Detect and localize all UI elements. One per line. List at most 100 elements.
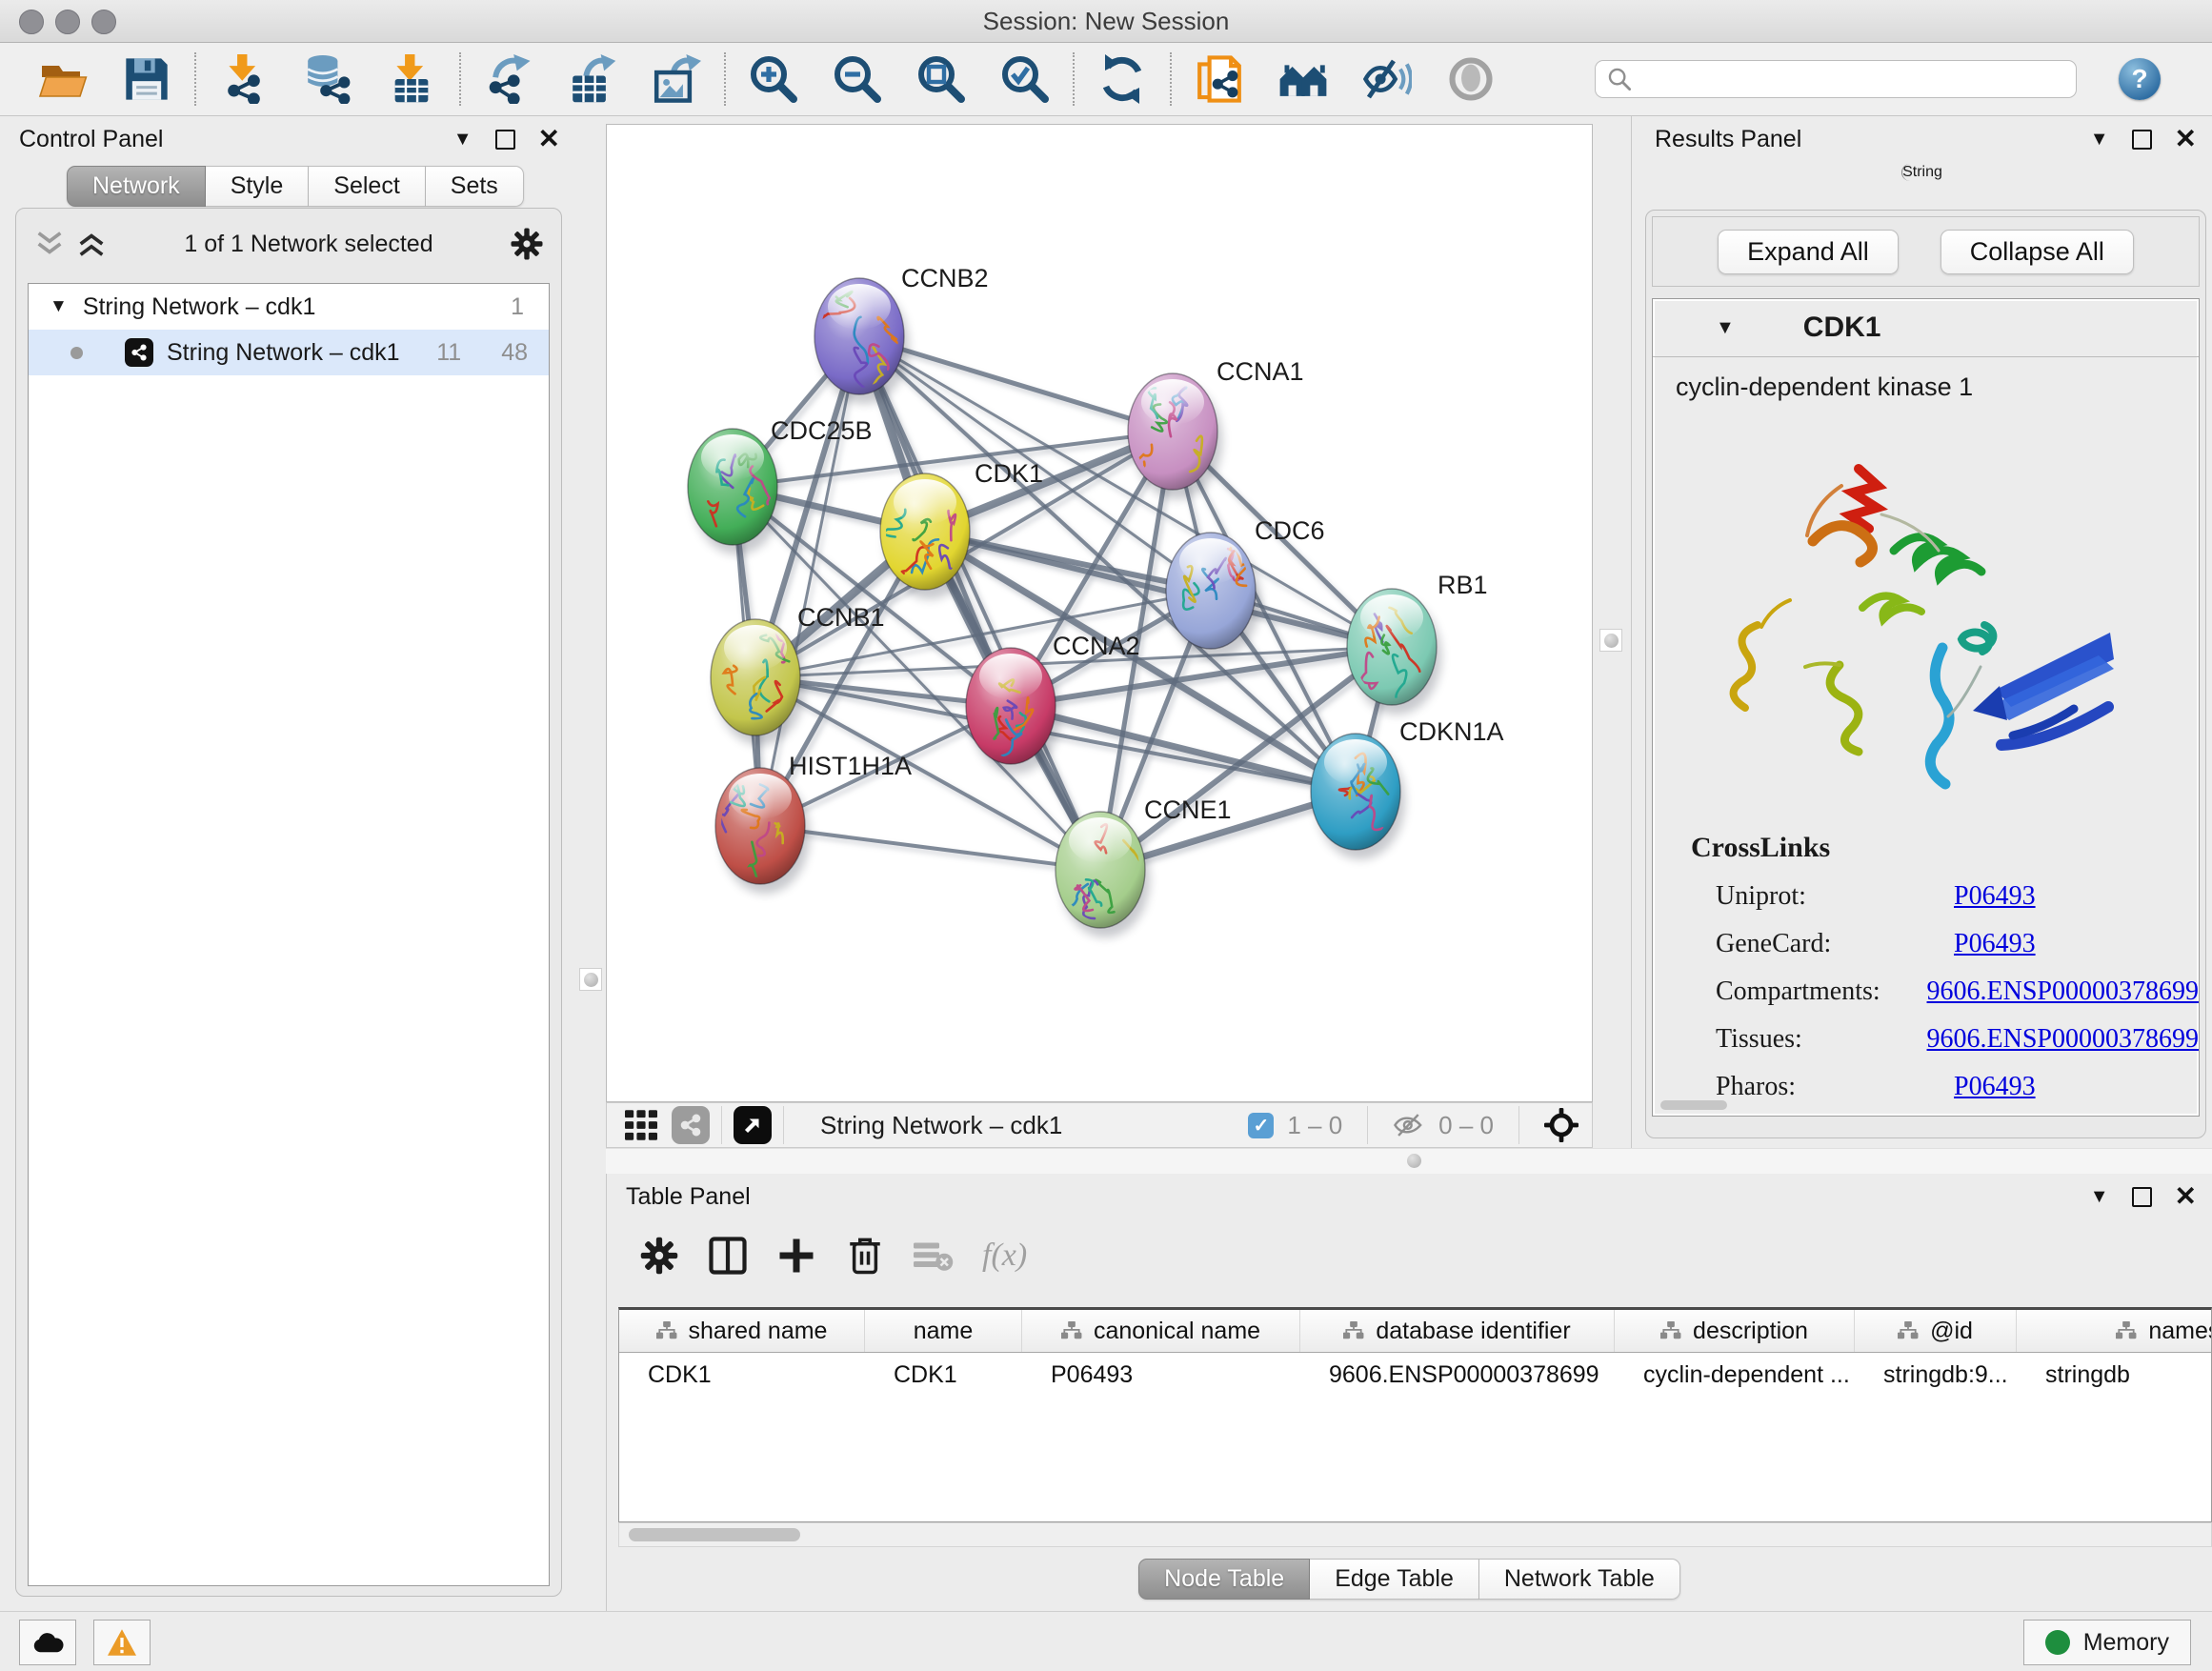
crosslink-link[interactable]: 9606.ENSP00000378699 <box>1927 1024 2199 1055</box>
collapse-all-button[interactable]: Collapse All <box>1941 230 2134 274</box>
column-header-canonical-name[interactable]: canonical name <box>1022 1310 1300 1352</box>
scrollbar-thumb[interactable] <box>629 1528 800 1541</box>
export-table-button[interactable] <box>551 49 634 110</box>
refresh-button[interactable] <box>1080 49 1164 110</box>
column-header-database-identifier[interactable]: database identifier <box>1300 1310 1615 1352</box>
close-panel-icon[interactable]: ✕ <box>538 126 560 152</box>
show-columns-icon[interactable] <box>708 1236 748 1276</box>
network-canvas[interactable]: CCNB2CCNA1CDC25BCDK1CDC6RB1CCNB1CCNA2CDK… <box>606 124 1593 1102</box>
table-horizontal-scrollbar[interactable] <box>618 1522 2212 1547</box>
column-header-namespace[interactable]: namespace <box>2017 1310 2212 1352</box>
crosslink-link[interactable]: P06493 <box>1954 881 2036 912</box>
cell[interactable]: P06493 <box>1022 1353 1300 1397</box>
section-scroll-thumb[interactable] <box>1660 1100 1727 1110</box>
node-CCNA2[interactable]: CCNA2 <box>966 632 1140 774</box>
node-CDK1[interactable]: CDK1 <box>880 459 1043 599</box>
tab-network-table[interactable]: Network Table <box>1479 1559 1680 1600</box>
hidden-eye-icon[interactable] <box>1393 1113 1425 1137</box>
node-CDC6[interactable]: CDC6 <box>1166 516 1325 658</box>
save-session-button[interactable] <box>105 49 189 110</box>
search-input[interactable] <box>1641 65 2064 93</box>
tab-select[interactable]: Select <box>309 166 425 207</box>
node-CCNA1[interactable]: CCNA1 <box>1128 357 1304 499</box>
delete-table-icon[interactable] <box>914 1236 954 1276</box>
table-options-gear-icon[interactable] <box>639 1236 679 1276</box>
zoom-selected-button[interactable] <box>983 49 1067 110</box>
tree-expander-icon[interactable]: ▼ <box>50 296 68 317</box>
network-share-view-icon[interactable] <box>672 1106 710 1144</box>
tab-sets[interactable]: Sets <box>426 166 524 207</box>
edge-CDK1-RB1[interactable] <box>925 532 1392 647</box>
cell[interactable]: CDK1 <box>865 1353 1022 1397</box>
cell[interactable]: stringdb:9... <box>1855 1353 2017 1397</box>
zoom-out-button[interactable] <box>815 49 899 110</box>
node-CDKN1A[interactable]: CDKN1A <box>1311 717 1504 859</box>
import-table-button[interactable] <box>370 49 453 110</box>
import-network-database-button[interactable] <box>286 49 370 110</box>
memory-button[interactable]: Memory <box>2023 1620 2191 1665</box>
create-column-icon[interactable] <box>776 1236 816 1276</box>
cloud-services-button[interactable] <box>19 1620 76 1665</box>
home-pages-button[interactable] <box>1261 49 1345 110</box>
node-CCNE1[interactable]: CCNE1 <box>1056 795 1232 937</box>
horizontal-splitter-handle[interactable] <box>1407 1154 1421 1168</box>
cell[interactable]: stringdb <box>2017 1353 2212 1397</box>
float-panel-icon[interactable] <box>2132 130 2152 150</box>
crosslink-link[interactable]: P06493 <box>1954 1072 2036 1102</box>
panel-menu-icon[interactable]: ▼ <box>2090 129 2109 151</box>
left-splitter-handle[interactable] <box>579 968 602 991</box>
export-image-button[interactable] <box>634 49 718 110</box>
network-collection-row[interactable]: ▼ String Network – cdk1 1 <box>29 284 549 330</box>
tab-node-table[interactable]: Node Table <box>1138 1559 1310 1600</box>
panel-menu-icon[interactable]: ▼ <box>2090 1186 2109 1208</box>
cell[interactable]: CDK1 <box>619 1353 865 1397</box>
crosslink-link[interactable]: P06493 <box>1954 929 2036 959</box>
close-panel-icon[interactable]: ✕ <box>2175 126 2197 152</box>
node-CCNB2[interactable]: CCNB2 <box>814 264 989 404</box>
edge-HIST1H1A-CCNE1[interactable] <box>760 826 1100 870</box>
float-panel-icon[interactable] <box>495 130 515 150</box>
tab-style[interactable]: Style <box>206 166 310 207</box>
expand-all-button[interactable]: Expand All <box>1718 230 1899 274</box>
open-network-in-browser-button[interactable] <box>1177 49 1261 110</box>
birdseye-view-icon[interactable] <box>734 1106 772 1144</box>
import-network-file-button[interactable] <box>202 49 286 110</box>
help-button[interactable]: ? <box>2119 58 2161 100</box>
network-row-selected[interactable]: String Network – cdk1 11 48 <box>29 330 549 375</box>
zoom-in-button[interactable] <box>732 49 815 110</box>
node-RB1[interactable]: RB1 <box>1347 571 1488 715</box>
selected-checkbox[interactable]: ✓ <box>1248 1113 1274 1138</box>
open-session-button[interactable] <box>21 49 105 110</box>
cell[interactable]: cyclin-dependent ... <box>1615 1353 1855 1397</box>
column-header-name[interactable]: name <box>865 1310 1022 1352</box>
panel-menu-icon[interactable]: ▼ <box>453 129 473 151</box>
column-header-description[interactable]: description <box>1615 1310 1855 1352</box>
edge-CCNB2-CCNE1[interactable] <box>859 336 1100 870</box>
show-panels-button[interactable] <box>1429 49 1513 110</box>
horizontal-splitter[interactable] <box>606 1148 2212 1175</box>
tab-string[interactable]: String <box>1901 164 1942 181</box>
collapse-all-icon[interactable] <box>33 230 66 258</box>
float-panel-icon[interactable] <box>2132 1187 2152 1207</box>
column-header-@id[interactable]: @id <box>1855 1310 2017 1352</box>
column-header-shared-name[interactable]: shared name <box>619 1310 865 1352</box>
right-splitter-handle[interactable] <box>1599 629 1622 652</box>
node-HIST1H1A[interactable]: HIST1H1A <box>715 752 912 894</box>
tab-network[interactable]: Network <box>67 166 206 207</box>
export-network-button[interactable] <box>467 49 551 110</box>
cdk1-section-header[interactable]: ▼ CDK1 <box>1653 299 2199 357</box>
fit-selected-crosshair-icon[interactable] <box>1544 1108 1579 1142</box>
hide-panels-button[interactable] <box>1345 49 1429 110</box>
grid-view-icon[interactable] <box>620 1106 662 1144</box>
warnings-button[interactable] <box>93 1620 151 1665</box>
expand-all-icon[interactable] <box>75 230 108 258</box>
close-panel-icon[interactable]: ✕ <box>2175 1183 2197 1210</box>
section-expander-icon[interactable]: ▼ <box>1716 317 1735 339</box>
function-builder-button[interactable]: f(x) <box>982 1238 1027 1274</box>
network-options-gear-icon[interactable] <box>510 227 544 261</box>
crosslink-link[interactable]: 9606.ENSP00000378699 <box>1927 976 2199 1007</box>
cell[interactable]: 9606.ENSP00000378699 <box>1300 1353 1615 1397</box>
node-CCNB1[interactable]: CCNB1 <box>711 603 885 745</box>
tab-edge-table[interactable]: Edge Table <box>1310 1559 1479 1600</box>
zoom-fit-button[interactable] <box>899 49 983 110</box>
